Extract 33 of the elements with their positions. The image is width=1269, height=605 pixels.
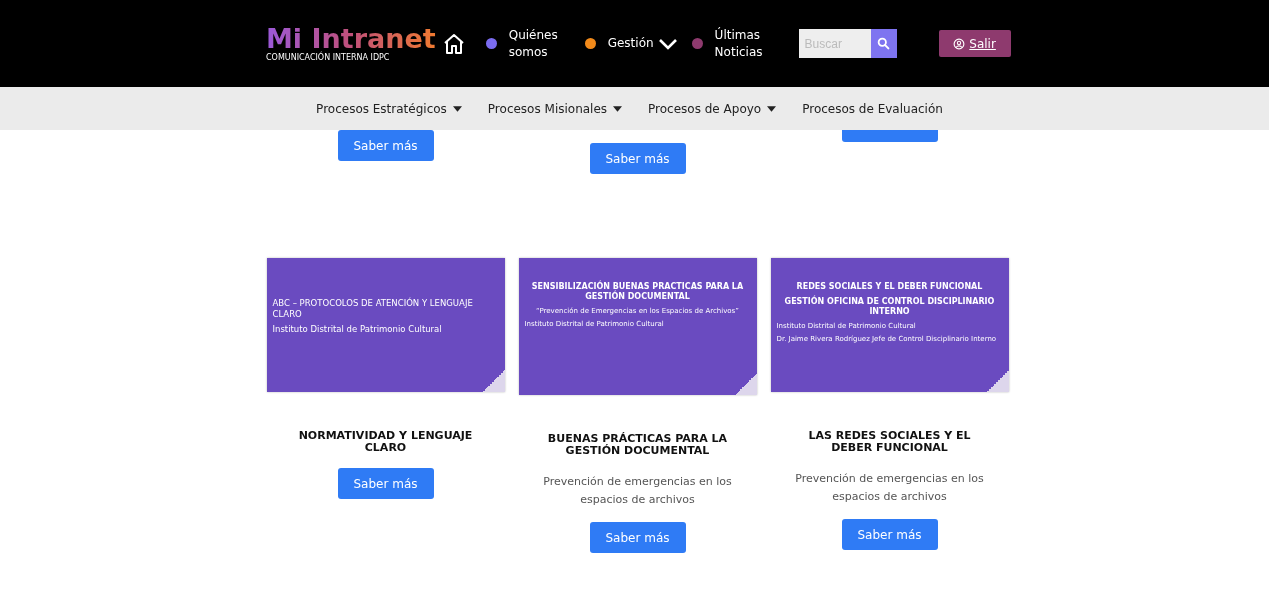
chevron-down-icon[interactable] [657,37,678,50]
nav-link[interactable]: Quiénes somos [508,27,571,60]
caret-icon [767,105,777,112]
search-icon [877,37,891,50]
menu-link[interactable]: Procesos de Apoyo [648,101,777,116]
search-button[interactable] [870,29,897,58]
logout-button[interactable]: Salir [938,30,1011,57]
nav-link[interactable]: Gestión [607,35,654,52]
menu-link[interactable]: Procesos de Evaluación [802,101,943,116]
card-description: Prevención de emergencias en los espacios de archivos [794,471,985,505]
menu-link[interactable]: Procesos Estratégicos [316,101,462,116]
caret-icon [613,105,623,112]
saber-mas-button[interactable]: Saber más [589,143,686,174]
nav-link[interactable]: Últimas Noticias [714,27,777,60]
card-title: NORMATIVIDAD Y LENGUAJE CLARO [297,430,474,455]
slide-title: REDES SOCIALES Y EL DEBER FUNCIONAL [795,282,984,292]
user-icon [953,37,966,50]
slide-subtitle: Instituto Distrital de Patrimonio Cultural [272,324,443,335]
slide-thumbnail[interactable]: ABC – PROTOCOLOS DE ATENCIÓN Y LENGUAJE CLARO Instituto Distrital de Patrimonio Cultural [266,258,505,392]
saber-mas-button[interactable]: Saber más [589,522,686,554]
slide-title: GESTIÓN OFICINA DE CONTROL DISCIPLINARIO INTERNO [783,297,996,317]
saber-mas-button[interactable]: Saber más [841,519,938,551]
saber-mas-button[interactable]: Saber más [337,130,434,161]
clipped-button[interactable] [841,130,938,142]
slide-title: SENSIBILIZACIÓN BUENAS PRACTICAS PARA LA GESTIÓN DOCUMENTAL [530,282,745,302]
caret-icon [452,105,462,112]
card-title: BUENAS PRÁCTICAS PARA LA GESTIÓN DOCUMENTAL [546,433,729,458]
card-title: LAS REDES SOCIALES Y EL DEBER FUNCIONAL [807,430,972,455]
logo-subtitle: COMUNICACIÓN INTERNA IDPC [266,53,391,62]
menu-link[interactable]: Procesos Misionales [487,101,623,116]
card-description: Prevención de emergencias en los espacios de archivos [542,474,733,508]
saber-mas-button[interactable]: Saber más [337,468,434,500]
slide-title: ABC – PROTOCOLOS DE ATENCIÓN Y LENGUAJE CLARO [272,298,474,320]
